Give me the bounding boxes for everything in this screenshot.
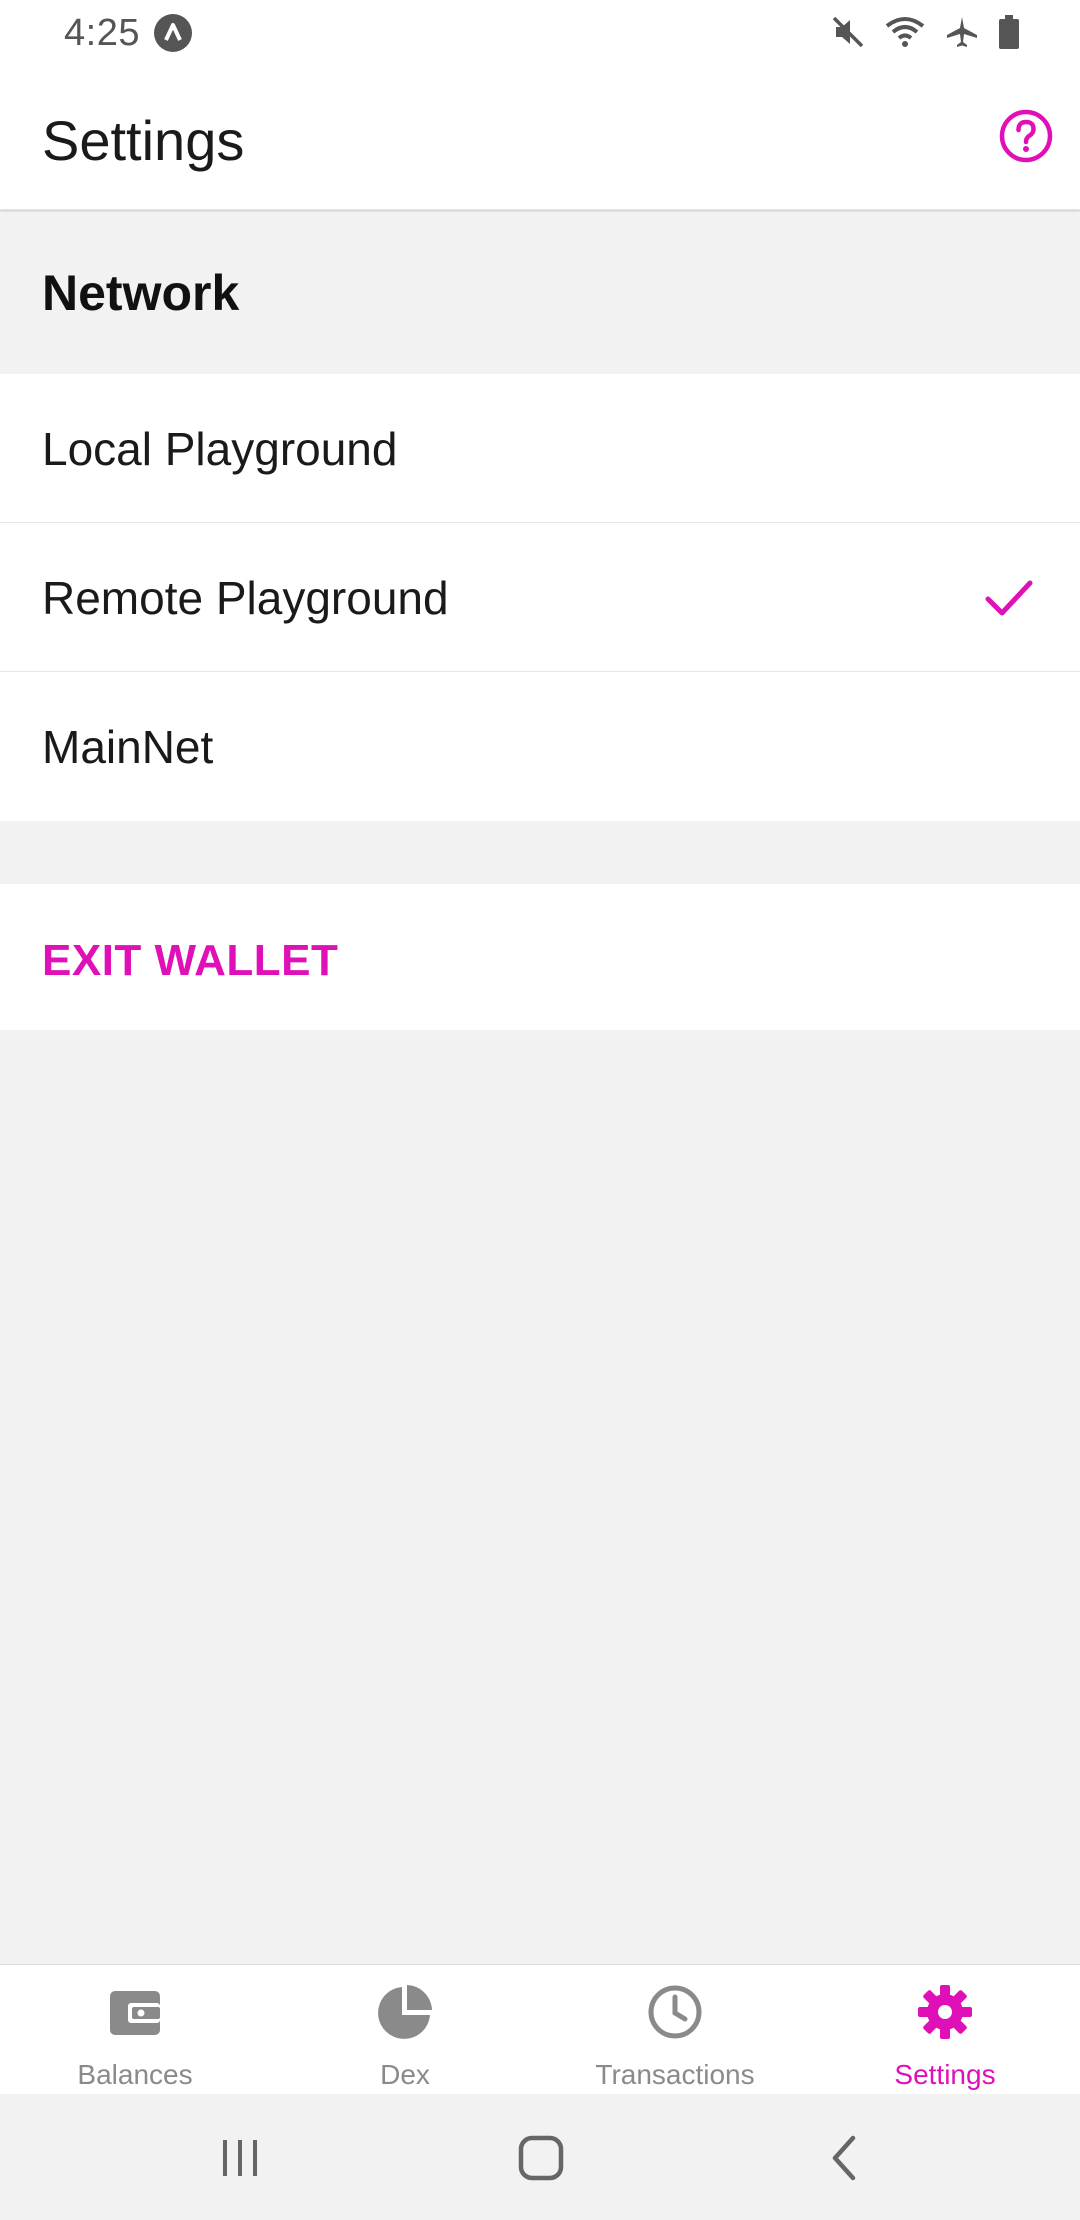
help-circle-icon (999, 109, 1053, 163)
network-label: MainNet (42, 721, 214, 773)
status-icons (830, 14, 1020, 54)
tab-settings[interactable]: Settings (810, 1965, 1080, 2095)
home-icon (518, 2135, 564, 2181)
back-icon (832, 2135, 856, 2181)
recents-icon (223, 2140, 257, 2176)
page-title: Settings (42, 109, 245, 172)
clock-icon (648, 1985, 702, 2039)
mute-icon (830, 14, 866, 55)
pie-chart-icon (378, 1985, 432, 2039)
tab-label: Balances (77, 2059, 193, 2090)
tab-label: Transactions (595, 2059, 755, 2090)
tab-transactions[interactable]: Transactions (540, 1965, 810, 2095)
network-option-remote-playground[interactable]: Remote Playground (0, 523, 1080, 672)
tab-label: Dex (380, 2059, 430, 2090)
exit-wallet-button[interactable]: EXIT WALLET (0, 884, 1080, 1030)
check-icon (985, 580, 1033, 616)
network-option-local-playground[interactable]: Local Playground (0, 374, 1080, 523)
tab-label: Settings (894, 2059, 996, 2090)
gear-icon (918, 1985, 972, 2039)
wifi-icon (884, 14, 926, 55)
battery-icon (998, 14, 1020, 55)
network-label: Local Playground (42, 423, 398, 475)
bottom-tab-bar: Balances Dex Transactions Settings (0, 1964, 1080, 2094)
section-title: Network (42, 265, 240, 321)
network-list: Local Playground Remote Playground MainN… (0, 374, 1080, 821)
network-section-header: Network (0, 212, 1080, 374)
network-option-mainnet[interactable]: MainNet (0, 672, 1080, 821)
airplane-icon (944, 14, 980, 55)
tab-dex[interactable]: Dex (270, 1965, 540, 2095)
settings-screen: 4:25 Settings Network Local Playground R… (0, 0, 1080, 2220)
status-time: 4:25 (64, 12, 140, 54)
home-button[interactable] (512, 2130, 572, 2186)
app-a-icon (154, 14, 192, 52)
network-label: Remote Playground (42, 572, 449, 624)
wallet-icon (110, 1991, 160, 2035)
status-bar: 4:25 (0, 0, 1080, 66)
tab-balances[interactable]: Balances (0, 1965, 270, 2095)
system-navigation-bar (0, 2094, 1080, 2220)
app-header: Settings (0, 66, 1080, 210)
back-button[interactable] (815, 2130, 875, 2186)
recents-button[interactable] (210, 2130, 270, 2186)
help-button[interactable] (998, 108, 1054, 164)
exit-wallet-label: EXIT WALLET (42, 936, 339, 985)
